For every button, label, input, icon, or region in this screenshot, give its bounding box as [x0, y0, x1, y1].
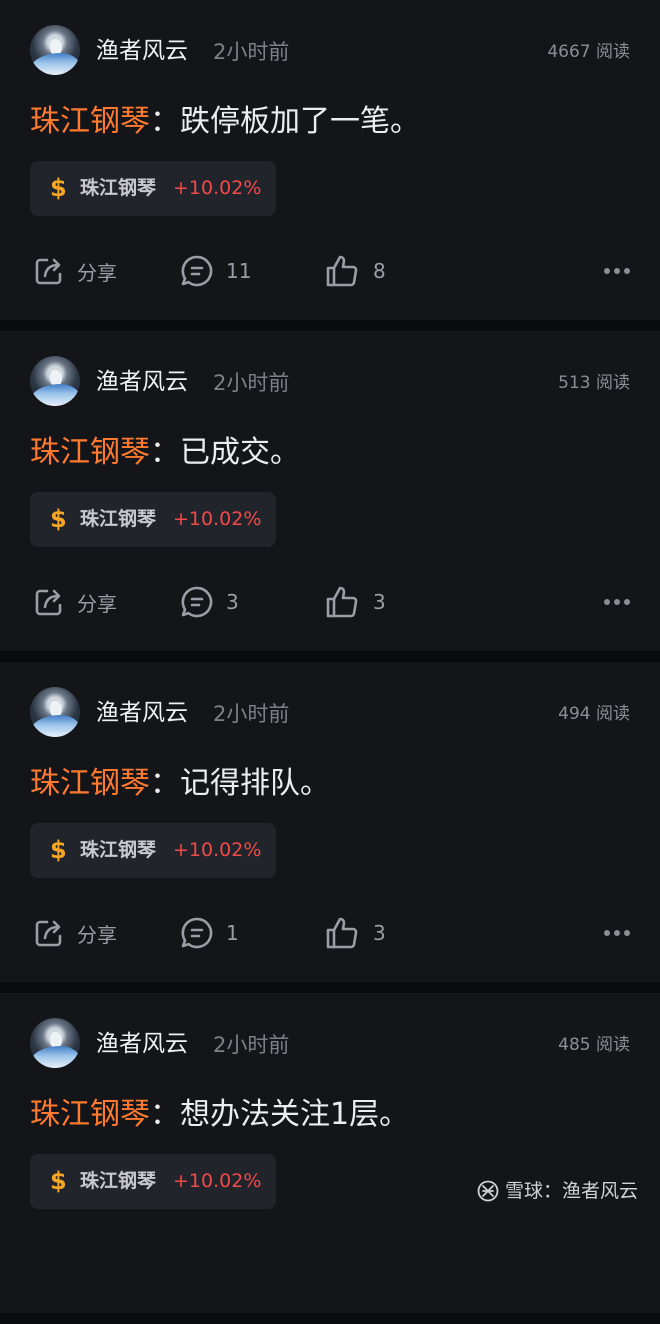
post-text: 跌停板加了一笔。 [180, 104, 420, 139]
post-colon: ： [150, 104, 180, 139]
watermark: 雪球：渔者风云 [477, 1178, 638, 1204]
avatar[interactable] [30, 356, 80, 406]
read-count: 513 阅读 [558, 373, 630, 393]
like-button[interactable]: 8 [325, 250, 386, 292]
comment-count: 3 [226, 590, 239, 614]
post-colon: ： [150, 435, 180, 470]
avatar[interactable] [30, 1018, 80, 1068]
post-colon: ： [150, 1097, 180, 1132]
dollar-icon: $ [50, 505, 67, 533]
like-icon [326, 255, 358, 287]
post-text: 想办法关注1层。 [180, 1097, 410, 1132]
post-card[interactable]: 渔者风云 2小时前 485 阅读 珠江钢琴：想办法关注1层。 $ 珠江钢琴 +1… [0, 993, 660, 1313]
stock-chip-name: 珠江钢琴 [80, 1170, 157, 1192]
post-time: 2小时前 [213, 1033, 290, 1057]
stock-chip[interactable]: $ 珠江钢琴 +10.02% [30, 823, 276, 878]
stock-chip-name: 珠江钢琴 [80, 839, 157, 861]
post-time: 2小时前 [213, 371, 290, 395]
like-icon [326, 586, 358, 618]
post-card[interactable]: 渔者风云 2小时前 513 阅读 珠江钢琴：已成交。 $ 珠江钢琴 +10.02… [0, 331, 660, 651]
post-time: 2小时前 [213, 40, 290, 64]
post-text: 已成交。 [180, 435, 300, 470]
like-count: 3 [373, 921, 386, 945]
feed: 渔者风云 2小时前 4667 阅读 珠江钢琴：跌停板加了一笔。 $ 珠江钢琴 +… [0, 0, 660, 1324]
action-bar: 分享 11 8 [0, 250, 660, 292]
share-button[interactable]: 分享 [33, 250, 117, 292]
stock-mention-link[interactable]: 珠江钢琴 [30, 766, 150, 801]
share-button[interactable]: 分享 [33, 581, 117, 623]
dollar-icon: $ [50, 1167, 67, 1195]
post-time: 2小时前 [213, 702, 290, 726]
stock-chip[interactable]: $ 珠江钢琴 +10.02% [30, 161, 276, 216]
stock-mention-link[interactable]: 珠江钢琴 [30, 104, 150, 139]
like-button[interactable]: 3 [325, 581, 386, 623]
stock-chip-change: +10.02% [173, 177, 262, 199]
like-button[interactable]: 3 [325, 912, 386, 954]
username[interactable]: 渔者风云 [96, 36, 188, 66]
snowball-logo-icon [477, 1180, 499, 1202]
stock-chip[interactable]: $ 珠江钢琴 +10.02% [30, 492, 276, 547]
share-icon [35, 258, 62, 285]
stock-mention-link[interactable]: 珠江钢琴 [30, 1097, 150, 1132]
watermark-text: 雪球：渔者风云 [504, 1180, 638, 1202]
post-colon: ： [150, 766, 180, 801]
read-count: 494 阅读 [558, 704, 630, 724]
stock-chip-change: +10.02% [173, 508, 262, 530]
stock-mention-link[interactable]: 珠江钢琴 [30, 435, 150, 470]
action-bar: 分享 1 3 [0, 912, 660, 954]
comment-button[interactable]: 3 [180, 581, 239, 623]
read-count: 4667 阅读 [547, 42, 630, 62]
more-icon[interactable] [600, 581, 630, 623]
username[interactable]: 渔者风云 [96, 1029, 188, 1059]
read-count: 485 阅读 [558, 1035, 630, 1055]
avatar[interactable] [30, 687, 80, 737]
share-label: 分享 [77, 260, 117, 285]
share-icon [35, 920, 62, 947]
comment-button[interactable]: 1 [180, 912, 239, 954]
stock-chip-name: 珠江钢琴 [80, 508, 157, 530]
dollar-icon: $ [50, 174, 67, 202]
more-icon[interactable] [600, 250, 630, 292]
share-label: 分享 [77, 922, 117, 947]
stock-chip[interactable]: $ 珠江钢琴 +10.02% [30, 1154, 276, 1209]
share-icon [35, 589, 62, 616]
comment-icon [181, 917, 213, 949]
post-card[interactable]: 渔者风云 2小时前 494 阅读 珠江钢琴：记得排队。 $ 珠江钢琴 +10.0… [0, 662, 660, 982]
share-button[interactable]: 分享 [33, 912, 117, 954]
stock-chip-name: 珠江钢琴 [80, 177, 157, 199]
like-count: 8 [373, 259, 386, 283]
like-count: 3 [373, 590, 386, 614]
avatar[interactable] [30, 25, 80, 75]
dollar-icon: $ [50, 836, 67, 864]
post-content: 珠江钢琴：跌停板加了一笔。 [30, 100, 420, 144]
share-label: 分享 [77, 591, 117, 616]
username[interactable]: 渔者风云 [96, 698, 188, 728]
comment-icon [181, 586, 213, 618]
post-content: 珠江钢琴：记得排队。 [30, 762, 330, 806]
post-content: 珠江钢琴：想办法关注1层。 [30, 1093, 409, 1137]
stock-chip-change: +10.02% [173, 839, 262, 861]
post-text: 记得排队。 [180, 766, 330, 801]
action-bar: 分享 3 3 [0, 581, 660, 623]
comment-count: 1 [226, 921, 239, 945]
post-content: 珠江钢琴：已成交。 [30, 431, 300, 475]
stock-chip-change: +10.02% [173, 1170, 262, 1192]
username[interactable]: 渔者风云 [96, 367, 188, 397]
comment-icon [181, 255, 213, 287]
comment-button[interactable]: 11 [180, 250, 251, 292]
post-card[interactable]: 渔者风云 2小时前 4667 阅读 珠江钢琴：跌停板加了一笔。 $ 珠江钢琴 +… [0, 0, 660, 320]
comment-count: 11 [226, 259, 252, 283]
more-icon[interactable] [600, 912, 630, 954]
like-icon [326, 917, 358, 949]
